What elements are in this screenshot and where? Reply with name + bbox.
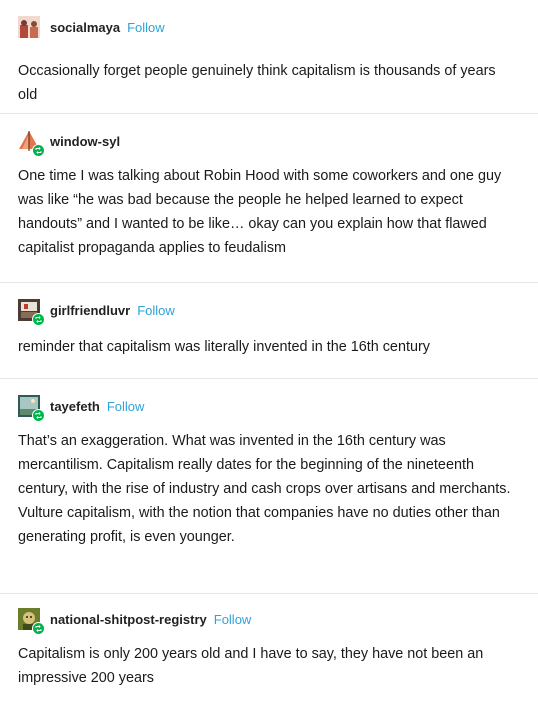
username[interactable]: window-syl — [50, 134, 120, 149]
avatar-two-figures-icon[interactable] — [18, 16, 40, 38]
reblog-icon — [32, 313, 45, 326]
follow-button[interactable]: Follow — [137, 303, 175, 318]
reblog-icon — [32, 409, 45, 422]
avatar-sailboat-icon[interactable] — [18, 130, 45, 157]
avatar-character-icon[interactable] — [18, 608, 45, 635]
reblog-icon — [32, 144, 45, 157]
post-thread: socialmaya Follow Occasionally forget pe… — [0, 0, 538, 704]
post-body: Occasionally forget people genuinely thi… — [18, 63, 496, 103]
post: tayefeth Follow That’s an exaggeration. … — [0, 379, 538, 594]
follow-button[interactable]: Follow — [107, 399, 145, 414]
post-body: Capitalism is only 200 years old and I h… — [18, 646, 484, 686]
post: girlfriendluvr Follow reminder that capi… — [0, 283, 538, 379]
post-body: That’s an exaggeration. What was invente… — [18, 433, 511, 545]
post-body: reminder that capitalism was literally i… — [18, 339, 430, 355]
post-body: One time I was talking about Robin Hood … — [18, 168, 502, 256]
post-header: tayefeth Follow — [18, 393, 518, 422]
follow-button[interactable]: Follow — [127, 20, 165, 35]
avatar-landscape-icon[interactable] — [18, 395, 45, 422]
username[interactable]: socialmaya — [50, 20, 120, 35]
post: national-shitpost-registry Follow Capita… — [0, 594, 538, 704]
post: window-syl One time I was talking about … — [0, 114, 538, 283]
post: socialmaya Follow Occasionally forget pe… — [0, 0, 538, 114]
post-header: national-shitpost-registry Follow — [18, 606, 518, 635]
post-header: girlfriendluvr Follow — [18, 297, 518, 326]
follow-button[interactable]: Follow — [214, 612, 252, 627]
reblog-icon — [32, 622, 45, 635]
post-header: socialmaya Follow — [18, 14, 518, 40]
post-header: window-syl — [18, 128, 518, 157]
username[interactable]: national-shitpost-registry — [50, 612, 207, 627]
username[interactable]: girlfriendluvr — [50, 303, 130, 318]
username[interactable]: tayefeth — [50, 399, 100, 414]
avatar-room-icon[interactable] — [18, 299, 45, 326]
